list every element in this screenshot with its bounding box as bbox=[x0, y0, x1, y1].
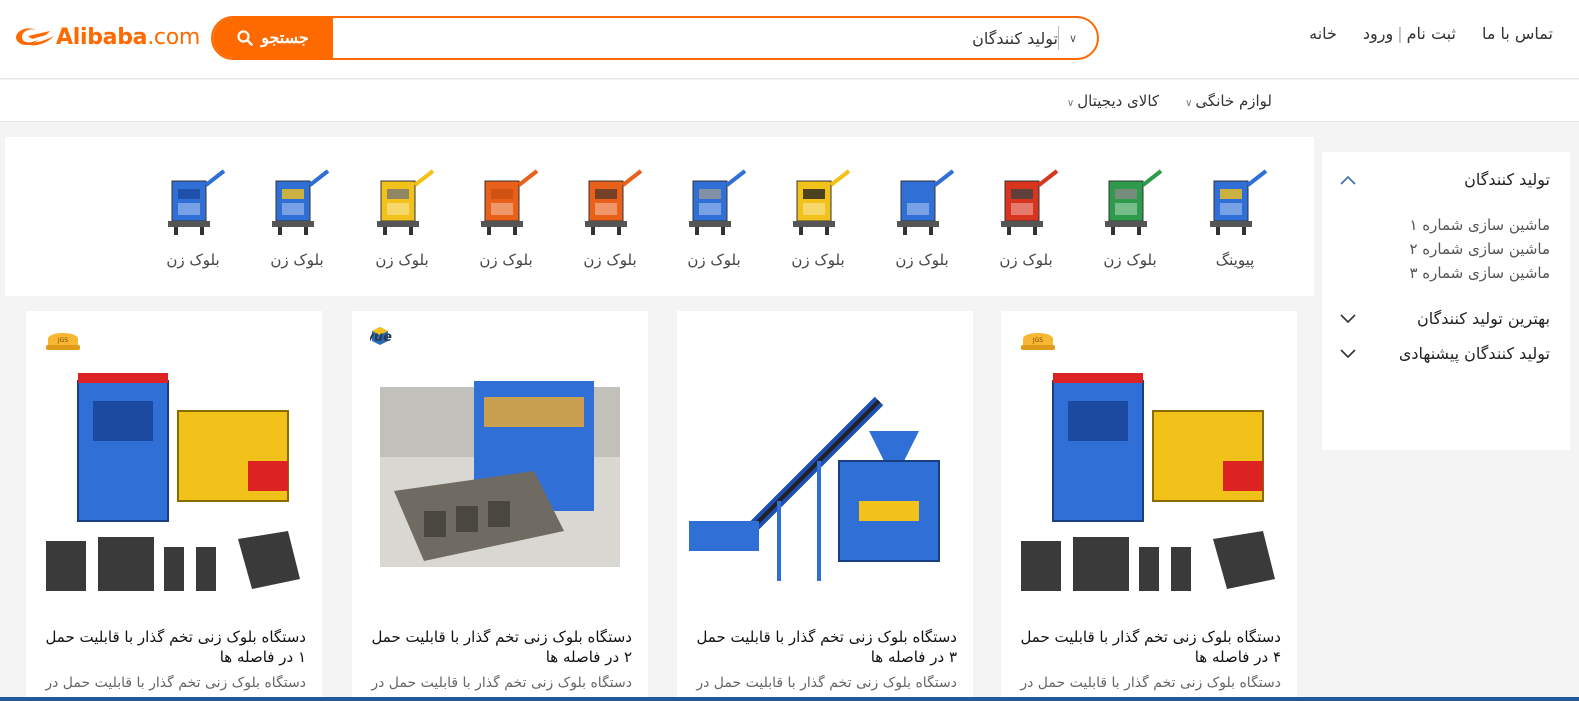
category-strip-item[interactable]: بلوک زن bbox=[1085, 163, 1175, 269]
scroll-indicator bbox=[0, 697, 1579, 701]
product-description: دستگاه بلوک زنی تخم گذار با قابلیت حمل د… bbox=[1020, 675, 1281, 691]
search-category-dropdown[interactable]: تولید کنندگان ∨ bbox=[962, 18, 1097, 58]
svg-text:JGS: JGS bbox=[57, 337, 68, 344]
product-description: دستگاه بلوک زنی تخم گذار با قابلیت حمل د… bbox=[45, 675, 306, 691]
manual-press-orange-icon bbox=[571, 163, 649, 241]
category-strip-item[interactable]: بلوک زن bbox=[981, 163, 1071, 269]
alibaba-logo-text: Alibaba.com bbox=[56, 24, 200, 50]
category-strip-label: بلوک زن bbox=[270, 251, 324, 269]
search-bar: تولید کنندگان ∨ جستجو bbox=[211, 16, 1099, 60]
category-strip-item[interactable]: بلوک زن bbox=[252, 163, 342, 269]
sidebar-section-best[interactable]: بهترین تولید کنندگان bbox=[1340, 309, 1550, 328]
category-strip-item[interactable]: بلوک زن bbox=[669, 163, 759, 269]
chevron-down-icon[interactable] bbox=[1340, 311, 1356, 327]
product-title[interactable]: دستگاه بلوک زنی تخم گذار با قابلیت حمل ۳… bbox=[693, 627, 957, 667]
top-nav: خانه ثبت نام|ورود تماس با ما bbox=[1309, 24, 1553, 43]
sidebar-section-title: تولید کنندگان پیشنهادی bbox=[1398, 344, 1550, 363]
category-strip-item[interactable]: بلوک زن bbox=[773, 163, 863, 269]
category-strip-label: بلوک زن bbox=[791, 251, 845, 269]
sidebar-section-title: تولید کنندگان bbox=[1464, 170, 1550, 189]
category-strip-item[interactable]: بلوک زن bbox=[357, 163, 447, 269]
brand-logo-text: Qunyue bbox=[370, 330, 392, 345]
category-strip-item[interactable]: بلوک زن bbox=[461, 163, 551, 269]
product-title[interactable]: دستگاه بلوک زنی تخم گذار با قابلیت حمل ۴… bbox=[1017, 627, 1281, 667]
chevron-down-icon[interactable] bbox=[1340, 346, 1356, 362]
filter-sidebar: تولید کنندگان ماشین سازی شماره ۱ ماشین س… bbox=[1322, 152, 1570, 450]
search-button[interactable]: جستجو bbox=[213, 18, 333, 58]
category-strip-label: بلوک زن bbox=[1103, 251, 1157, 269]
category-strip-item[interactable]: بلوک زن bbox=[148, 163, 238, 269]
category-strip-label: بلوک زن bbox=[479, 251, 533, 269]
block-machine-conveyor-icon bbox=[675, 163, 753, 241]
divider: | bbox=[1397, 24, 1403, 43]
sidebar-section-suggested[interactable]: تولید کنندگان پیشنهادی bbox=[1340, 344, 1550, 363]
category-strip-label: پیوینگ bbox=[1215, 251, 1255, 269]
header: Alibaba.com تولید کنندگان ∨ جستجو خانه ث… bbox=[0, 0, 1579, 79]
nav-login-link[interactable]: ورود bbox=[1363, 24, 1393, 43]
search-button-label: جستجو bbox=[261, 30, 309, 47]
product-image[interactable] bbox=[689, 361, 961, 601]
product-card[interactable]: JGS دستگاه بلوک زنی تخم گذار با قابلیت حم… bbox=[26, 311, 322, 701]
chevron-down-icon: ∨ bbox=[1185, 98, 1193, 109]
block-machine-yellow-icon bbox=[779, 163, 857, 241]
category-digital[interactable]: کالای دیجیتال∨ bbox=[1067, 92, 1159, 110]
alibaba-logo[interactable]: Alibaba.com bbox=[10, 22, 200, 52]
sidebar-sub-item[interactable]: ماشین سازی شماره ۳ bbox=[1340, 261, 1550, 285]
category-strip-label: بلوک زن bbox=[895, 251, 949, 269]
product-title[interactable]: دستگاه بلوک زنی تخم گذار با قابلیت حمل ۱… bbox=[42, 627, 306, 667]
product-title[interactable]: دستگاه بلوک زنی تخم گذار با قابلیت حمل ۲… bbox=[368, 627, 632, 667]
product-image[interactable] bbox=[364, 361, 636, 601]
block-machine-blue-large-icon bbox=[258, 163, 336, 241]
category-strip-item[interactable]: پیوینگ bbox=[1190, 163, 1280, 269]
chevron-down-icon: ∨ bbox=[1068, 31, 1077, 45]
sidebar-sub-item[interactable]: ماشین سازی شماره ۲ bbox=[1340, 237, 1550, 261]
search-category-label: تولید کنندگان bbox=[972, 28, 1058, 48]
category-label: کالای دیجیتال bbox=[1077, 92, 1160, 110]
category-strip-label: بلوک زن bbox=[375, 251, 429, 269]
product-card[interactable]: JGS دستگاه بلوک زنی تخم گذار با قابلیت حم… bbox=[1001, 311, 1297, 701]
category-strip-item[interactable]: بلوک زن bbox=[565, 163, 655, 269]
sidebar-sub-list: ماشین سازی شماره ۱ ماشین سازی شماره ۲ ما… bbox=[1340, 213, 1550, 285]
category-strip-label: بلوک زن bbox=[583, 251, 637, 269]
category-home-appliances[interactable]: لوازم خانگی∨ bbox=[1185, 92, 1272, 110]
mobile-block-machine-icon bbox=[363, 163, 441, 241]
svg-text:JGS: JGS bbox=[1032, 337, 1043, 344]
block-machine-blue-icon bbox=[883, 163, 961, 241]
brand-logo-icon: Qunyue bbox=[352, 325, 450, 353]
block-machine-green-icon bbox=[1091, 163, 1169, 241]
category-strip-item[interactable]: بلوک زن bbox=[877, 163, 967, 269]
sidebar-section-manufacturers[interactable]: تولید کنندگان bbox=[1340, 170, 1550, 189]
product-description: دستگاه بلوک زنی تخم گذار با قابلیت حمل د… bbox=[371, 675, 632, 691]
product-card[interactable]: دستگاه بلوک زنی تخم گذار با قابلیت حمل ۳… bbox=[677, 311, 973, 701]
paving-machine-icon bbox=[1196, 163, 1274, 241]
product-image[interactable] bbox=[38, 361, 310, 601]
manual-press-orange-2-icon bbox=[467, 163, 545, 241]
nav-contact-link[interactable]: تماس با ما bbox=[1482, 24, 1553, 43]
category-strip-label: بلوک زن bbox=[687, 251, 741, 269]
divider bbox=[1057, 26, 1059, 50]
category-bar: کالای دیجیتال∨ لوازم خانگی∨ bbox=[0, 80, 1579, 122]
category-strip: پیوینگ بلوک زن بلوک زن بلوک زن بلوک زن بلوک ز… bbox=[5, 137, 1314, 296]
chevron-down-icon: ∨ bbox=[1066, 98, 1075, 109]
chevron-up-icon[interactable] bbox=[1340, 172, 1356, 188]
nav-auth: ثبت نام|ورود bbox=[1363, 24, 1456, 43]
nav-register-link[interactable]: ثبت نام bbox=[1407, 24, 1456, 43]
block-machine-red-saw-icon bbox=[987, 163, 1065, 241]
sidebar-section-title: بهترین تولید کنندگان bbox=[1416, 309, 1550, 328]
search-icon bbox=[237, 30, 253, 46]
product-image[interactable] bbox=[1013, 361, 1285, 601]
gold-supplier-badge-icon: JGS bbox=[44, 325, 82, 353]
nav-home-link[interactable]: خانه bbox=[1309, 24, 1337, 43]
product-description: دستگاه بلوک زنی تخم گذار با قابلیت حمل د… bbox=[696, 675, 957, 691]
category-label: لوازم خانگی bbox=[1195, 92, 1272, 110]
product-card[interactable]: Qunyue دستگاه بلوک زنی تخم گذار با قابلیت… bbox=[352, 311, 648, 701]
gold-supplier-badge-icon: JGS bbox=[1019, 325, 1057, 353]
sidebar-sub-item[interactable]: ماشین سازی شماره ۱ bbox=[1340, 213, 1550, 237]
alibaba-logo-icon bbox=[10, 22, 56, 52]
category-strip-label: بلوک زن bbox=[999, 251, 1053, 269]
block-machine-blue-small-icon bbox=[154, 163, 232, 241]
search-input[interactable] bbox=[333, 18, 963, 58]
category-strip-label: بلوک زن bbox=[166, 251, 220, 269]
